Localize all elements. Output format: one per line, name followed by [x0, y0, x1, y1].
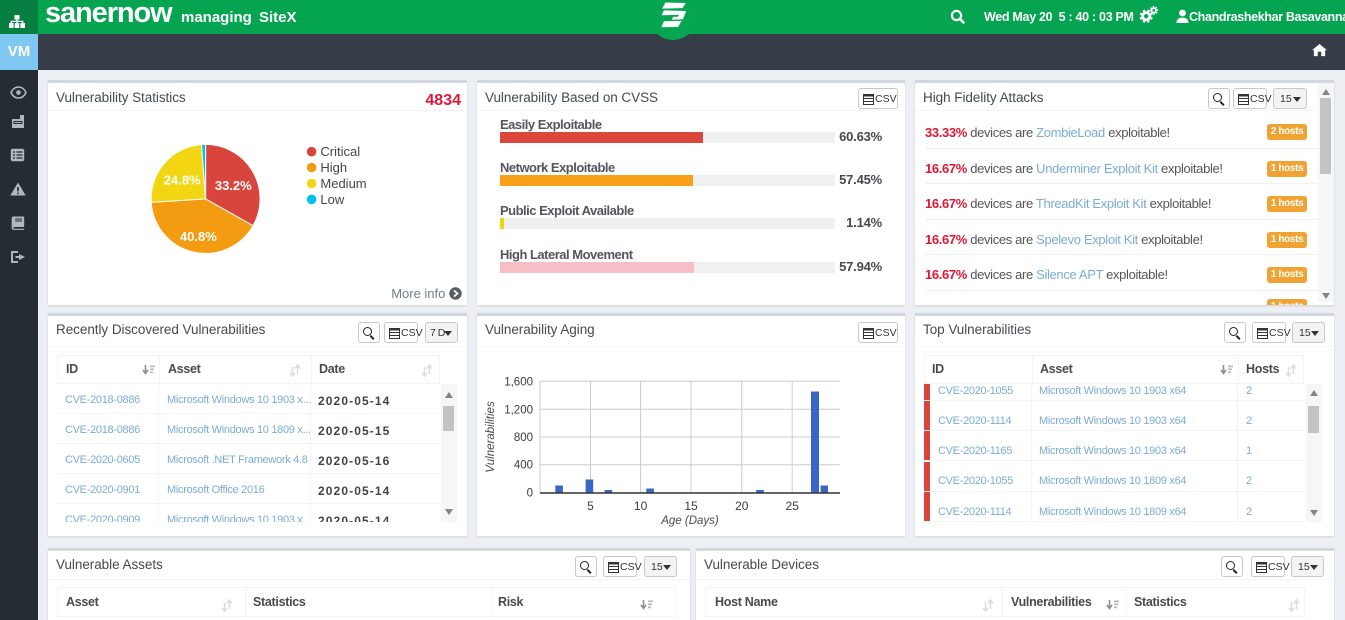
svg-text:Medium: Medium — [320, 176, 366, 191]
svg-text:5: 5 — [587, 499, 594, 513]
svg-text:10: 10 — [634, 499, 648, 513]
svg-text:Vulnerabilities: Vulnerabilities — [485, 401, 497, 473]
svg-text:15: 15 — [684, 499, 698, 513]
svg-text:800: 800 — [514, 432, 533, 444]
svg-text:Age (Days): Age (Days) — [660, 515, 719, 527]
svg-text:40.8%: 40.8% — [180, 229, 217, 244]
svg-text:Low: Low — [320, 192, 344, 207]
svg-text:25: 25 — [786, 499, 800, 513]
svg-text:1,600: 1,600 — [504, 376, 533, 388]
svg-text:0: 0 — [527, 488, 533, 500]
svg-text:High: High — [320, 160, 347, 175]
svg-text:Critical: Critical — [320, 144, 360, 159]
svg-text:33.2%: 33.2% — [215, 178, 252, 193]
svg-text:400: 400 — [514, 460, 533, 472]
svg-text:20: 20 — [735, 499, 749, 513]
svg-text:24.8%: 24.8% — [164, 173, 201, 188]
svg-text:1,200: 1,200 — [504, 404, 533, 416]
